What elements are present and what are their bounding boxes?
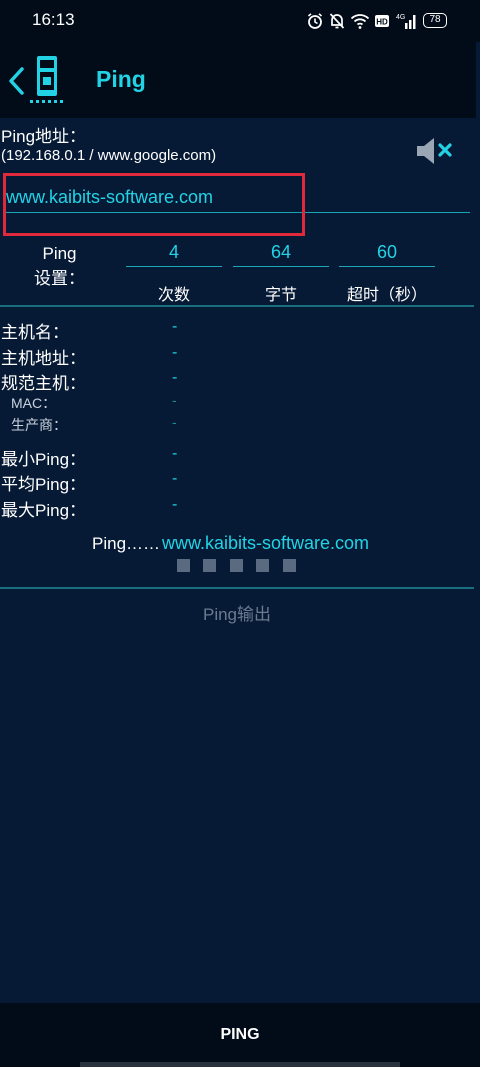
avg-ping-label: 平均Ping：: [1, 475, 87, 494]
ping-address-label: Ping地址：: [1, 127, 87, 146]
divider: [0, 587, 474, 589]
timeout-field[interactable]: 60: [339, 242, 435, 267]
min-ping-value: -: [172, 445, 178, 462]
wifi-icon: [350, 14, 370, 29]
nav-handle: [80, 1062, 400, 1067]
ping-status-host: www.kaibits-software.com: [162, 533, 370, 553]
ping-status-prefix: Ping……: [92, 534, 161, 553]
bell-off-icon: [329, 13, 345, 29]
timeout-caption: 超时（秒）: [346, 287, 427, 304]
app-logo-icon: [30, 56, 63, 103]
svg-text:HD: HD: [376, 18, 388, 27]
address-highlight-box: [3, 173, 305, 236]
hd-icon: HD: [375, 15, 389, 27]
vendor-value: -: [172, 414, 177, 430]
progress-dot: [230, 559, 243, 572]
ping-settings-label-line1: Ping: [42, 244, 77, 263]
status-time: 16:13: [32, 10, 75, 29]
progress-dot: [203, 559, 216, 572]
host-address-label: 主机地址：: [1, 349, 86, 368]
avg-ping-value: -: [172, 470, 178, 487]
canonical-host-label: 规范主机：: [1, 374, 86, 393]
alarm-icon: [307, 13, 323, 29]
max-ping-label: 最大Ping：: [1, 501, 87, 520]
host-name-value: -: [172, 318, 178, 335]
count-caption: 次数: [157, 287, 190, 304]
max-ping-value: -: [172, 496, 178, 513]
page-title: Ping: [96, 66, 146, 92]
divider: [0, 305, 474, 307]
canonical-host-value: -: [172, 369, 178, 386]
mute-icon[interactable]: [414, 136, 458, 166]
progress-dot: [177, 559, 190, 572]
app-bar: [0, 42, 476, 118]
bytes-field[interactable]: 64: [233, 242, 329, 267]
mac-value: -: [172, 392, 177, 408]
ping-settings-label-line2: 设置：: [34, 269, 85, 288]
battery-icon: 78: [423, 13, 447, 28]
host-name-label: 主机名：: [1, 323, 69, 342]
ping-settings-label: Ping 设置：: [34, 241, 85, 291]
ping-output-label: Ping输出: [202, 605, 272, 624]
bytes-caption: 字节: [264, 287, 297, 304]
svg-text:4G: 4G: [396, 14, 405, 21]
ping-address-hint: (192.168.0.1 / www.google.com): [1, 147, 217, 164]
mac-label: MAC：: [11, 395, 57, 411]
vendor-label: 生产商：: [11, 417, 67, 433]
back-icon[interactable]: [6, 64, 28, 98]
signal-icon: 4G: [396, 14, 416, 29]
ping-button[interactable]: PING: [0, 1003, 480, 1067]
progress-dot: [256, 559, 269, 572]
progress-dot: [283, 559, 296, 572]
host-address-value: -: [172, 344, 178, 361]
count-field[interactable]: 4: [126, 242, 222, 267]
min-ping-label: 最小Ping：: [1, 450, 87, 469]
